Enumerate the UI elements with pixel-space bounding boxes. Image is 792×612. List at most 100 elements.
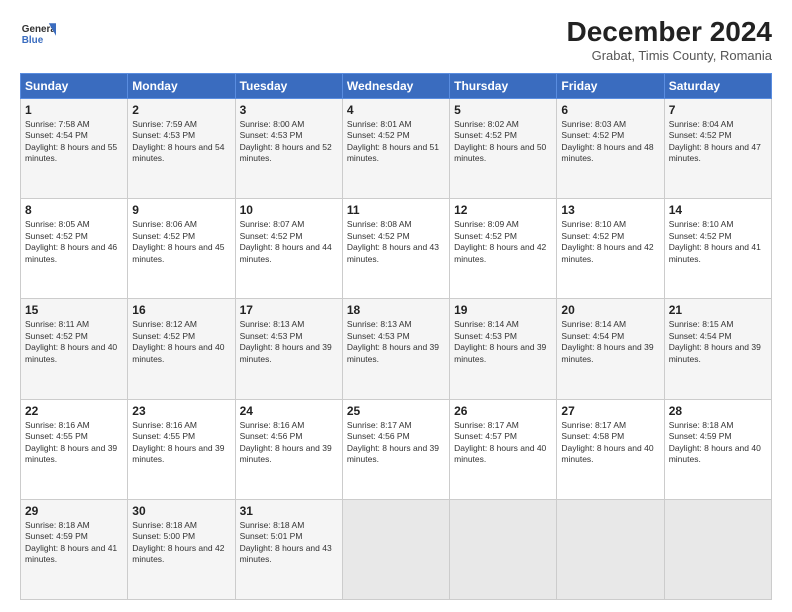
page: General Blue December 2024 Grabat, Timis… xyxy=(0,0,792,612)
day-info: Sunrise: 8:13 AMSunset: 4:53 PMDaylight:… xyxy=(347,319,439,363)
calendar-cell: 3 Sunrise: 8:00 AMSunset: 4:53 PMDayligh… xyxy=(235,99,342,199)
day-number: 1 xyxy=(25,103,123,117)
calendar-cell: 18 Sunrise: 8:13 AMSunset: 4:53 PMDaylig… xyxy=(342,299,449,399)
calendar-body: 1 Sunrise: 7:58 AMSunset: 4:54 PMDayligh… xyxy=(21,99,772,600)
day-number: 14 xyxy=(669,203,767,217)
day-number: 22 xyxy=(25,404,123,418)
day-info: Sunrise: 8:15 AMSunset: 4:54 PMDaylight:… xyxy=(669,319,761,363)
day-info: Sunrise: 8:06 AMSunset: 4:52 PMDaylight:… xyxy=(132,219,224,263)
day-header-monday: Monday xyxy=(128,74,235,99)
day-info: Sunrise: 8:17 AMSunset: 4:56 PMDaylight:… xyxy=(347,420,439,464)
calendar-cell: 13 Sunrise: 8:10 AMSunset: 4:52 PMDaylig… xyxy=(557,199,664,299)
day-number: 8 xyxy=(25,203,123,217)
calendar-cell: 25 Sunrise: 8:17 AMSunset: 4:56 PMDaylig… xyxy=(342,399,449,499)
day-info: Sunrise: 8:07 AMSunset: 4:52 PMDaylight:… xyxy=(240,219,332,263)
day-info: Sunrise: 7:58 AMSunset: 4:54 PMDaylight:… xyxy=(25,119,117,163)
day-info: Sunrise: 8:18 AMSunset: 4:59 PMDaylight:… xyxy=(25,520,117,564)
day-number: 9 xyxy=(132,203,230,217)
calendar-week-row: 15 Sunrise: 8:11 AMSunset: 4:52 PMDaylig… xyxy=(21,299,772,399)
day-number: 29 xyxy=(25,504,123,518)
day-number: 24 xyxy=(240,404,338,418)
calendar-cell: 21 Sunrise: 8:15 AMSunset: 4:54 PMDaylig… xyxy=(664,299,771,399)
calendar-cell: 1 Sunrise: 7:58 AMSunset: 4:54 PMDayligh… xyxy=(21,99,128,199)
day-number: 3 xyxy=(240,103,338,117)
day-number: 26 xyxy=(454,404,552,418)
day-info: Sunrise: 8:02 AMSunset: 4:52 PMDaylight:… xyxy=(454,119,546,163)
calendar-cell: 7 Sunrise: 8:04 AMSunset: 4:52 PMDayligh… xyxy=(664,99,771,199)
day-info: Sunrise: 8:04 AMSunset: 4:52 PMDaylight:… xyxy=(669,119,761,163)
day-header-thursday: Thursday xyxy=(450,74,557,99)
calendar-cell: 10 Sunrise: 8:07 AMSunset: 4:52 PMDaylig… xyxy=(235,199,342,299)
day-number: 21 xyxy=(669,303,767,317)
day-number: 17 xyxy=(240,303,338,317)
day-info: Sunrise: 8:03 AMSunset: 4:52 PMDaylight:… xyxy=(561,119,653,163)
calendar-cell: 6 Sunrise: 8:03 AMSunset: 4:52 PMDayligh… xyxy=(557,99,664,199)
calendar-cell: 15 Sunrise: 8:11 AMSunset: 4:52 PMDaylig… xyxy=(21,299,128,399)
day-info: Sunrise: 8:12 AMSunset: 4:52 PMDaylight:… xyxy=(132,319,224,363)
day-info: Sunrise: 8:17 AMSunset: 4:57 PMDaylight:… xyxy=(454,420,546,464)
calendar-cell: 19 Sunrise: 8:14 AMSunset: 4:53 PMDaylig… xyxy=(450,299,557,399)
day-number: 11 xyxy=(347,203,445,217)
calendar-cell: 16 Sunrise: 8:12 AMSunset: 4:52 PMDaylig… xyxy=(128,299,235,399)
day-info: Sunrise: 8:16 AMSunset: 4:55 PMDaylight:… xyxy=(25,420,117,464)
day-number: 16 xyxy=(132,303,230,317)
day-number: 10 xyxy=(240,203,338,217)
day-info: Sunrise: 8:08 AMSunset: 4:52 PMDaylight:… xyxy=(347,219,439,263)
calendar-week-row: 1 Sunrise: 7:58 AMSunset: 4:54 PMDayligh… xyxy=(21,99,772,199)
day-header-sunday: Sunday xyxy=(21,74,128,99)
day-number: 4 xyxy=(347,103,445,117)
day-info: Sunrise: 8:18 AMSunset: 4:59 PMDaylight:… xyxy=(669,420,761,464)
title-block: December 2024 Grabat, Timis County, Roma… xyxy=(567,16,772,63)
calendar-week-row: 22 Sunrise: 8:16 AMSunset: 4:55 PMDaylig… xyxy=(21,399,772,499)
calendar-cell: 5 Sunrise: 8:02 AMSunset: 4:52 PMDayligh… xyxy=(450,99,557,199)
day-number: 18 xyxy=(347,303,445,317)
day-info: Sunrise: 8:14 AMSunset: 4:54 PMDaylight:… xyxy=(561,319,653,363)
day-info: Sunrise: 8:09 AMSunset: 4:52 PMDaylight:… xyxy=(454,219,546,263)
day-info: Sunrise: 8:13 AMSunset: 4:53 PMDaylight:… xyxy=(240,319,332,363)
calendar-cell: 22 Sunrise: 8:16 AMSunset: 4:55 PMDaylig… xyxy=(21,399,128,499)
day-header-wednesday: Wednesday xyxy=(342,74,449,99)
calendar-cell: 14 Sunrise: 8:10 AMSunset: 4:52 PMDaylig… xyxy=(664,199,771,299)
day-number: 15 xyxy=(25,303,123,317)
calendar-cell: 8 Sunrise: 8:05 AMSunset: 4:52 PMDayligh… xyxy=(21,199,128,299)
day-info: Sunrise: 8:16 AMSunset: 4:55 PMDaylight:… xyxy=(132,420,224,464)
day-number: 2 xyxy=(132,103,230,117)
day-number: 25 xyxy=(347,404,445,418)
day-number: 12 xyxy=(454,203,552,217)
day-header-tuesday: Tuesday xyxy=(235,74,342,99)
calendar-cell: 30 Sunrise: 8:18 AMSunset: 5:00 PMDaylig… xyxy=(128,499,235,599)
day-number: 20 xyxy=(561,303,659,317)
day-number: 7 xyxy=(669,103,767,117)
day-info: Sunrise: 8:14 AMSunset: 4:53 PMDaylight:… xyxy=(454,319,546,363)
calendar-cell: 11 Sunrise: 8:08 AMSunset: 4:52 PMDaylig… xyxy=(342,199,449,299)
calendar-cell: 20 Sunrise: 8:14 AMSunset: 4:54 PMDaylig… xyxy=(557,299,664,399)
day-info: Sunrise: 8:00 AMSunset: 4:53 PMDaylight:… xyxy=(240,119,332,163)
calendar-cell: 23 Sunrise: 8:16 AMSunset: 4:55 PMDaylig… xyxy=(128,399,235,499)
calendar-cell: 2 Sunrise: 7:59 AMSunset: 4:53 PMDayligh… xyxy=(128,99,235,199)
day-number: 27 xyxy=(561,404,659,418)
day-number: 30 xyxy=(132,504,230,518)
calendar-cell: 24 Sunrise: 8:16 AMSunset: 4:56 PMDaylig… xyxy=(235,399,342,499)
calendar-cell xyxy=(450,499,557,599)
calendar-cell: 27 Sunrise: 8:17 AMSunset: 4:58 PMDaylig… xyxy=(557,399,664,499)
day-number: 28 xyxy=(669,404,767,418)
day-number: 13 xyxy=(561,203,659,217)
logo-icon: General Blue xyxy=(20,16,56,52)
svg-text:Blue: Blue xyxy=(22,35,44,46)
day-info: Sunrise: 7:59 AMSunset: 4:53 PMDaylight:… xyxy=(132,119,224,163)
day-info: Sunrise: 8:05 AMSunset: 4:52 PMDaylight:… xyxy=(25,219,117,263)
day-info: Sunrise: 8:10 AMSunset: 4:52 PMDaylight:… xyxy=(561,219,653,263)
calendar-cell: 12 Sunrise: 8:09 AMSunset: 4:52 PMDaylig… xyxy=(450,199,557,299)
day-info: Sunrise: 8:16 AMSunset: 4:56 PMDaylight:… xyxy=(240,420,332,464)
logo: General Blue xyxy=(20,16,56,52)
day-info: Sunrise: 8:11 AMSunset: 4:52 PMDaylight:… xyxy=(25,319,117,363)
calendar-cell: 31 Sunrise: 8:18 AMSunset: 5:01 PMDaylig… xyxy=(235,499,342,599)
month-title: December 2024 xyxy=(567,16,772,48)
calendar-cell xyxy=(557,499,664,599)
day-number: 23 xyxy=(132,404,230,418)
day-info: Sunrise: 8:17 AMSunset: 4:58 PMDaylight:… xyxy=(561,420,653,464)
day-header-saturday: Saturday xyxy=(664,74,771,99)
calendar-week-row: 8 Sunrise: 8:05 AMSunset: 4:52 PMDayligh… xyxy=(21,199,772,299)
day-number: 19 xyxy=(454,303,552,317)
calendar-cell: 26 Sunrise: 8:17 AMSunset: 4:57 PMDaylig… xyxy=(450,399,557,499)
